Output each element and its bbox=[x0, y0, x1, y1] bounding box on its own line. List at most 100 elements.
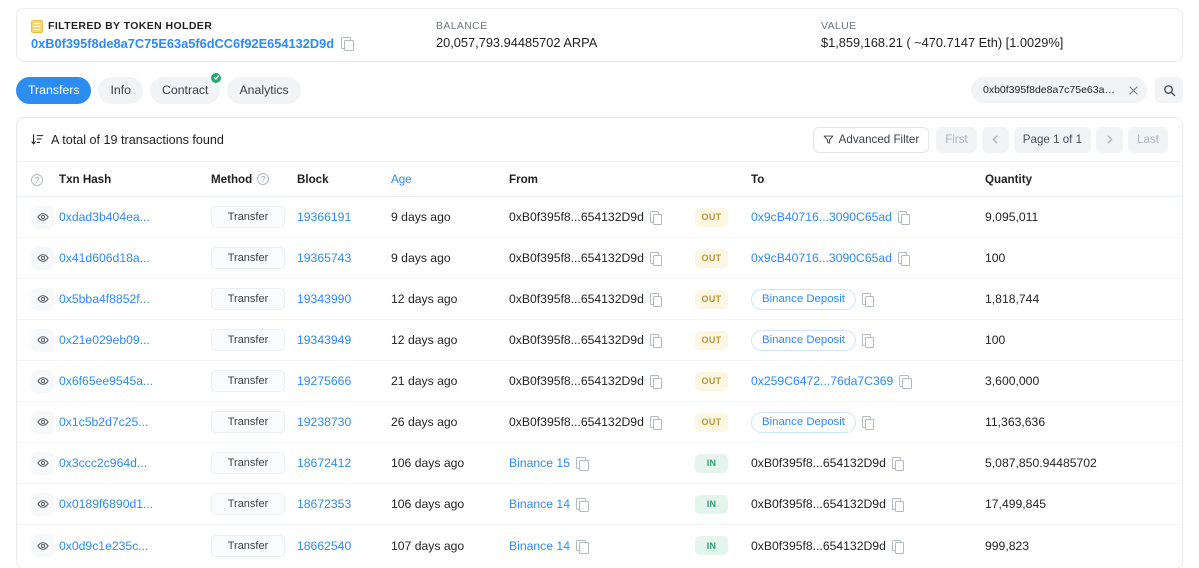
copy-icon[interactable] bbox=[649, 252, 663, 267]
txn-hash-link[interactable]: 0x0d9c1e235c... bbox=[59, 539, 148, 553]
pagination-page-indicator[interactable]: Page 1 of 1 bbox=[1013, 126, 1092, 153]
copy-icon[interactable] bbox=[576, 457, 589, 472]
to-name-tag[interactable]: Binance Deposit bbox=[751, 329, 856, 351]
to-link[interactable]: 0x259C6472...76da7C369 bbox=[751, 374, 893, 388]
from-address: 0xB0f395f8...654132D9d bbox=[509, 333, 644, 348]
help-circle-icon[interactable]: ? bbox=[257, 173, 270, 186]
block-link[interactable]: 19343990 bbox=[297, 292, 351, 306]
block-link[interactable]: 19343949 bbox=[297, 333, 351, 347]
preview-button[interactable] bbox=[31, 287, 54, 311]
column-header-quantity: Quantity bbox=[985, 162, 1182, 198]
block-link[interactable]: 18672353 bbox=[297, 497, 351, 511]
column-header-from: From bbox=[509, 162, 695, 198]
from-link[interactable]: Binance 14 bbox=[509, 497, 570, 511]
txn-hash-link[interactable]: 0x0189f6890d1... bbox=[59, 497, 153, 511]
txn-hash-link[interactable]: 0x3ccc2c964d... bbox=[59, 456, 147, 470]
block-link[interactable]: 19275666 bbox=[297, 374, 351, 388]
txn-hash-link[interactable]: 0x1c5b2d7c25... bbox=[59, 415, 148, 429]
to-link[interactable]: 0x9cB40716...3090C65ad bbox=[751, 251, 892, 265]
block-link[interactable]: 19366191 bbox=[297, 210, 351, 224]
pagination-last-button[interactable]: Last bbox=[1128, 126, 1168, 153]
table-row: 0x0d9c1e235c... Transfer 18662540 107 days … bbox=[17, 525, 1182, 566]
filtered-address-link[interactable]: 0xB0f395f8de8a7C75E63a5f6dCC6f92E654132D… bbox=[31, 36, 334, 51]
from-link[interactable]: Binance 15 bbox=[509, 456, 570, 470]
advanced-filter-button[interactable]: Advanced Filter bbox=[812, 126, 930, 153]
tab-transfers[interactable]: Transfers bbox=[16, 76, 92, 104]
copy-icon[interactable] bbox=[897, 211, 911, 226]
preview-button[interactable] bbox=[31, 451, 54, 475]
tabs-row: Transfers Info Contract Analytics 0xb0f395f… bbox=[16, 71, 1183, 106]
tab-info[interactable]: Info bbox=[98, 76, 143, 104]
to-name-tag[interactable]: Binance Deposit bbox=[751, 288, 856, 310]
preview-button[interactable] bbox=[31, 328, 54, 352]
block-link[interactable]: 18662540 bbox=[297, 539, 351, 553]
to-link[interactable]: 0x9cB40716...3090C65ad bbox=[751, 210, 892, 224]
row-block-cell: 19275666 bbox=[297, 360, 391, 403]
copy-icon[interactable] bbox=[649, 334, 663, 349]
preview-button[interactable] bbox=[31, 410, 54, 434]
help-circle-icon[interactable]: ? bbox=[31, 174, 43, 187]
txn-hash-link[interactable]: 0x41d606d18a... bbox=[59, 251, 150, 265]
row-method-cell: Transfer bbox=[211, 196, 297, 239]
row-method-cell: Transfer bbox=[211, 525, 297, 566]
block-link[interactable]: 19238730 bbox=[297, 415, 351, 429]
close-icon[interactable] bbox=[1125, 82, 1141, 98]
quantity-value: 11,363,636 bbox=[985, 415, 1046, 430]
copy-icon[interactable] bbox=[891, 539, 905, 554]
copy-icon[interactable] bbox=[649, 211, 663, 226]
txn-hash-link[interactable]: 0x6f65ee9545a... bbox=[59, 374, 153, 388]
pagination-prev-button[interactable] bbox=[981, 126, 1009, 153]
column-header-method: Method ? bbox=[211, 162, 297, 198]
method-badge: Transfer bbox=[211, 329, 285, 352]
transactions-card: A total of 19 transactions found Advance… bbox=[16, 117, 1183, 568]
copy-icon[interactable] bbox=[649, 416, 663, 431]
copy-icon[interactable] bbox=[649, 293, 663, 308]
quantity-value: 9,095,011 bbox=[985, 210, 1039, 225]
eye-icon bbox=[36, 418, 49, 427]
search-input[interactable]: 0xb0f395f8de8a7c75e63a5f6... bbox=[971, 77, 1147, 103]
row-to-cell: Binance Deposit bbox=[751, 319, 985, 362]
balance-label: BALANCE bbox=[436, 20, 488, 32]
pagination-next-button[interactable] bbox=[1096, 126, 1124, 153]
txn-hash-link[interactable]: 0x5bba4f8852f... bbox=[59, 292, 150, 306]
eye-icon bbox=[36, 295, 49, 304]
row-method-cell: Transfer bbox=[211, 483, 297, 526]
preview-button[interactable] bbox=[31, 534, 54, 557]
block-link[interactable]: 19365743 bbox=[297, 251, 351, 265]
row-age-cell: 12 days ago bbox=[391, 319, 509, 362]
from-link[interactable]: Binance 14 bbox=[509, 539, 570, 553]
preview-button[interactable] bbox=[31, 205, 54, 229]
txn-hash-link[interactable]: 0x21e029eb09... bbox=[59, 333, 150, 347]
row-direction-cell: IN bbox=[695, 442, 751, 485]
copy-icon[interactable] bbox=[576, 539, 589, 554]
preview-button[interactable] bbox=[31, 246, 54, 270]
block-link[interactable]: 18672412 bbox=[297, 456, 351, 470]
row-age-cell: 12 days ago bbox=[391, 278, 509, 321]
copy-icon[interactable] bbox=[891, 498, 905, 513]
column-header-age[interactable]: Age bbox=[391, 162, 509, 198]
copy-icon[interactable] bbox=[576, 498, 589, 513]
preview-button[interactable] bbox=[31, 492, 54, 516]
copy-icon[interactable] bbox=[899, 375, 912, 390]
to-name-tag[interactable]: Binance Deposit bbox=[751, 411, 856, 433]
row-preview-cell bbox=[17, 483, 59, 526]
preview-button[interactable] bbox=[31, 369, 54, 393]
table-body: 0xdad3b404ea... Transfer 19366191 9 days ag… bbox=[17, 196, 1182, 566]
copy-icon[interactable] bbox=[341, 37, 354, 51]
column-header-txn-hash: Txn Hash bbox=[59, 162, 211, 198]
copy-icon[interactable] bbox=[861, 293, 875, 308]
pagination-first-button[interactable]: First bbox=[936, 126, 977, 153]
tab-analytics[interactable]: Analytics bbox=[227, 76, 301, 104]
sort-descending-icon[interactable] bbox=[31, 133, 44, 146]
tab-contract[interactable]: Contract bbox=[150, 71, 223, 104]
row-quantity-cell: 1,818,744 bbox=[985, 278, 1182, 321]
txn-hash-link[interactable]: 0xdad3b404ea... bbox=[59, 210, 150, 224]
copy-icon[interactable] bbox=[891, 457, 905, 472]
copy-icon[interactable] bbox=[897, 252, 911, 267]
copy-icon[interactable] bbox=[649, 375, 663, 390]
search-button[interactable] bbox=[1155, 77, 1183, 103]
verified-check-icon bbox=[210, 71, 223, 84]
copy-icon[interactable] bbox=[861, 334, 875, 349]
copy-icon[interactable] bbox=[861, 416, 875, 431]
summary-card: FILTERED BY TOKEN HOLDER 0xB0f395f8de8a7… bbox=[16, 8, 1183, 62]
